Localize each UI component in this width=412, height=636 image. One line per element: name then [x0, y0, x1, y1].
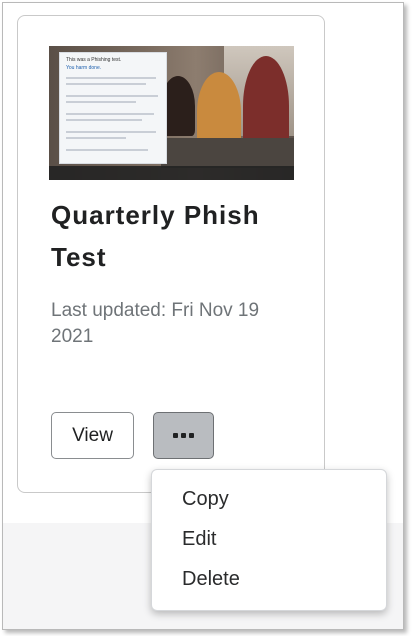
menu-item-copy[interactable]: Copy: [182, 488, 229, 511]
content-card: This was a Phishing test. You harm done.…: [17, 15, 325, 493]
view-button[interactable]: View: [51, 412, 134, 459]
card-title: Quarterly Phish Test: [51, 200, 260, 272]
more-options-button[interactable]: [153, 412, 214, 459]
menu-item-delete[interactable]: Delete: [182, 568, 240, 591]
thumbnail-caption-bar: [49, 166, 294, 180]
last-updated-text: Last updated: Fri Nov 19 2021: [51, 300, 260, 347]
menu-item-edit[interactable]: Edit: [182, 528, 216, 551]
options-dropdown-menu: Copy Edit Delete: [151, 469, 387, 611]
thumbnail-alert-panel: This was a Phishing test. You harm done.: [59, 52, 167, 164]
ellipsis-icon: [173, 433, 194, 438]
thumbnail-subheading: You harm done.: [66, 65, 102, 71]
thumbnail-heading: This was a Phishing test.: [66, 57, 122, 63]
card-thumbnail: This was a Phishing test. You harm done.: [49, 46, 294, 180]
app-frame: This was a Phishing test. You harm done.…: [2, 2, 404, 630]
